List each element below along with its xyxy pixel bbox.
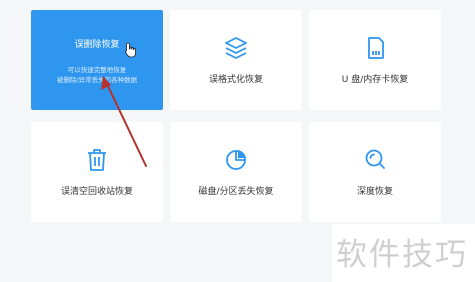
watermark: 软件技巧	[336, 237, 468, 273]
mode-card-partition-loss[interactable]: 磁盘/分区丢失恢复	[170, 122, 302, 222]
card-label: 误格式化恢复	[208, 75, 263, 85]
card-description-line-1: 可以快速完整地恢复	[67, 66, 127, 74]
card-title: 误删除恢复	[74, 40, 120, 50]
layers-icon	[222, 34, 250, 62]
card-label: 磁盘/分区丢失恢复	[198, 187, 274, 197]
mode-card-format-recovery[interactable]: 误格式化恢复	[170, 10, 302, 110]
card-label: 深度恢复	[356, 187, 393, 197]
magnifier-icon	[361, 146, 389, 174]
mode-card-recycle-bin[interactable]: 误清空回收站恢复	[31, 122, 163, 222]
pie-chart-icon	[222, 146, 250, 174]
sd-card-icon	[361, 34, 389, 62]
hand-cursor-icon	[125, 42, 137, 58]
card-description-line-2: 被删除/异常丢失的各种数据	[56, 76, 138, 84]
mode-card-accidental-delete[interactable]: 误删除恢复 可以快速完整地恢复 被删除/异常丢失的各种数据	[31, 10, 163, 110]
card-label: U 盘/内存卡恢复	[341, 75, 409, 85]
card-label: 误清空回收站恢复	[60, 187, 133, 197]
trash-icon	[83, 146, 111, 174]
mode-card-usb-memory-card[interactable]: U 盘/内存卡恢复	[309, 10, 441, 110]
mode-card-deep-recovery[interactable]: 深度恢复	[309, 122, 441, 222]
